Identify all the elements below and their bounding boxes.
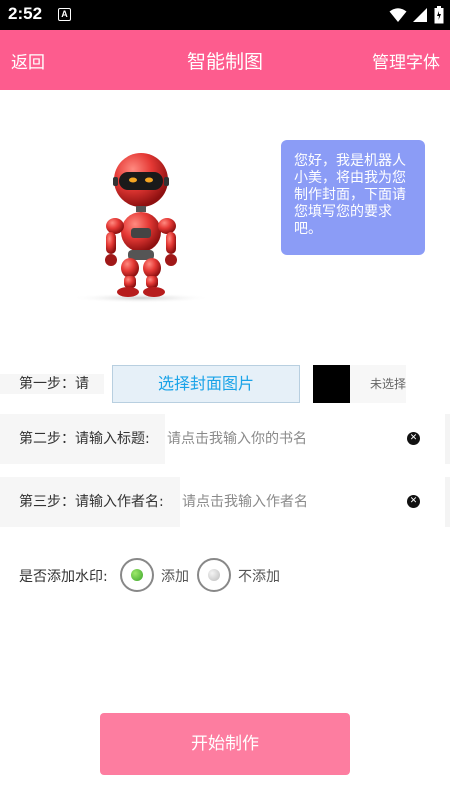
author-input-row: 第三步：请输入作者名: ✕: [0, 477, 450, 527]
start-making-button[interactable]: 开始制作: [100, 713, 350, 775]
status-bar: 2:52 A: [0, 0, 450, 30]
robot-mascot-image: [71, 153, 211, 303]
robot-speech-bubble: 您好，我是机器人小美，将由我为您制作封面，下面请您填写您的要求吧。: [281, 140, 425, 255]
cover-selection-status: 未选择: [350, 365, 406, 403]
cover-color-swatch[interactable]: [313, 365, 350, 403]
back-button[interactable]: 返回: [11, 48, 45, 73]
status-notification-badge: A: [58, 8, 71, 21]
watermark-label: 是否添加水印:: [19, 569, 108, 585]
watermark-none-radio[interactable]: [197, 558, 231, 592]
choose-cover-image-button[interactable]: 选择封面图片: [112, 365, 300, 403]
title-input-row: 第二步：请输入标题: ✕: [0, 414, 450, 464]
radio-selected-dot: [131, 569, 143, 581]
author-row-edge: [445, 477, 450, 527]
radio-unselected-dot: [208, 569, 220, 581]
title-row-edge: [445, 414, 450, 464]
status-time: 2:52: [8, 4, 43, 23]
watermark-none-label[interactable]: 不添加: [238, 566, 280, 586]
clear-title-icon[interactable]: ✕: [407, 432, 420, 445]
clear-author-icon[interactable]: ✕: [407, 495, 420, 508]
app-header: 返回 智能制图 管理字体: [0, 30, 450, 90]
status-icons: [389, 6, 444, 24]
author-input[interactable]: [182, 477, 397, 527]
title-input[interactable]: [167, 414, 397, 464]
battery-icon: [434, 6, 444, 24]
step1-label: 第一步：请: [0, 374, 104, 394]
signal-icon: [413, 8, 427, 22]
step2-label: 第二步：请输入标题:: [0, 414, 165, 464]
watermark-add-radio[interactable]: [120, 558, 154, 592]
wifi-icon: [389, 8, 407, 22]
step3-label: 第三步：请输入作者名:: [0, 477, 180, 527]
watermark-add-label[interactable]: 添加: [161, 566, 189, 586]
manage-font-button[interactable]: 管理字体: [372, 48, 440, 73]
